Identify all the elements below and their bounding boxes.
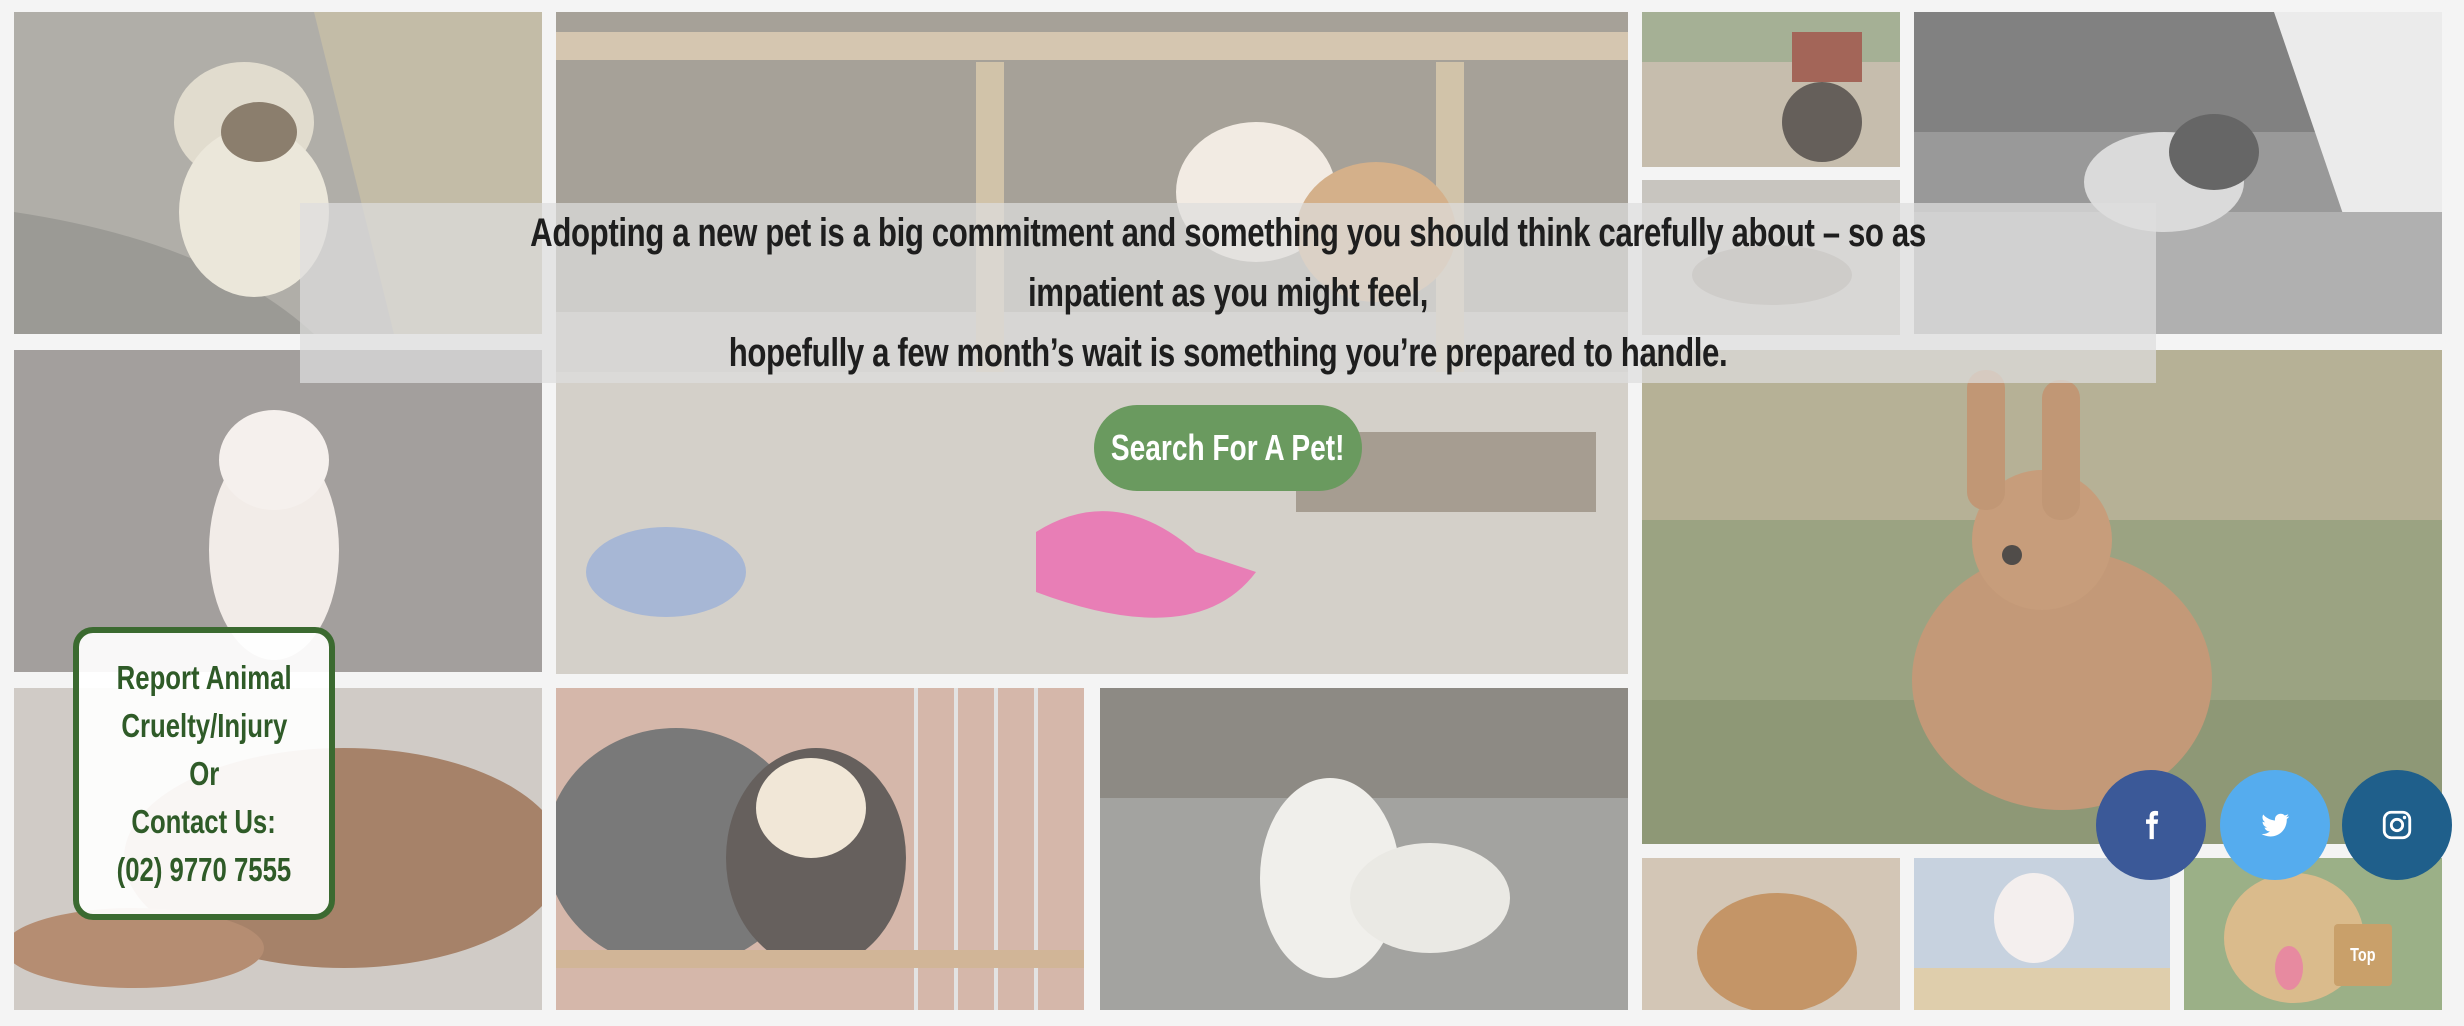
instagram-button[interactable] <box>2342 770 2452 880</box>
photo-happy-dog <box>2184 858 2442 1010</box>
facebook-button[interactable] <box>2096 770 2206 880</box>
report-line-2: Cruelty/Injury <box>121 706 287 744</box>
photo-white-rat <box>1914 858 2170 1010</box>
twitter-button[interactable] <box>2220 770 2330 880</box>
photo-white-puppy <box>14 350 542 672</box>
hero-quote-line-2: hopefully a few month’s wait is somethin… <box>728 331 1728 375</box>
report-line-4: Contact Us: <box>131 802 277 840</box>
search-for-pet-button[interactable]: Search For A Pet! <box>1094 405 1362 491</box>
hero-quote-line-1: Adopting a new pet is a big commitment a… <box>530 211 1926 315</box>
photo-ferret-in-cage <box>556 688 1084 1010</box>
search-for-pet-button-label: Search For A Pet! <box>1111 427 1345 468</box>
hero-quote-band: Adopting a new pet is a big commitment a… <box>300 203 2156 383</box>
report-line-3: Or <box>188 754 220 792</box>
hero-quote: Adopting a new pet is a big commitment a… <box>504 203 1952 383</box>
instagram-icon <box>2382 810 2412 840</box>
twitter-icon <box>2261 813 2290 837</box>
back-to-top-label: Top <box>2350 944 2376 965</box>
facebook-icon <box>2146 810 2159 840</box>
photo-brown-rabbit <box>1642 350 2442 844</box>
contact-phone: (02) 9770 7555 <box>116 850 292 888</box>
report-line-1: Report Animal <box>116 658 292 696</box>
photo-motorbike <box>1642 12 1900 167</box>
back-to-top-button[interactable]: Top <box>2334 924 2392 986</box>
photo-white-fluffy-dog <box>1100 688 1628 1010</box>
photo-guinea-pig <box>1642 858 1900 1010</box>
pet-gallery-page: Adopting a new pet is a big commitment a… <box>0 0 2464 1026</box>
report-cruelty-contact-box[interactable]: Report Animal Cruelty/Injury Or Contact … <box>73 627 335 920</box>
